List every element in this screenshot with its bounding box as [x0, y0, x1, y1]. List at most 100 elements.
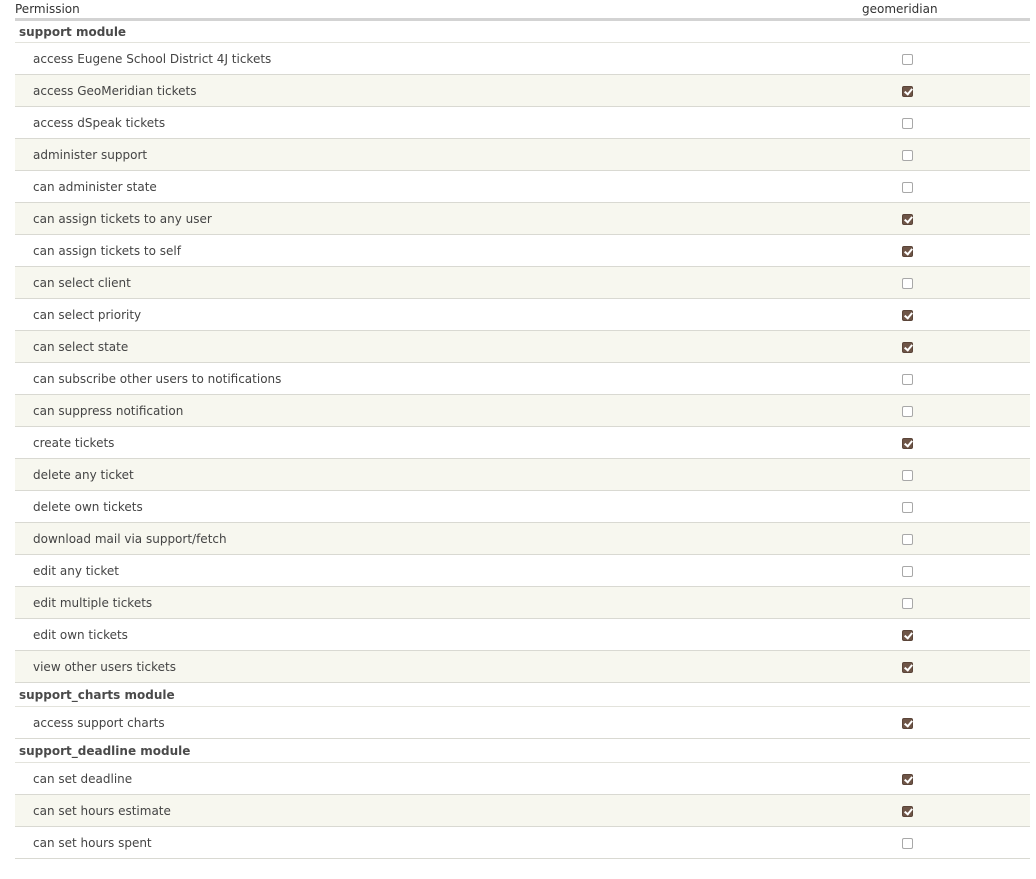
permission-label: can select priority [15, 298, 800, 331]
permission-checkbox-cell [800, 826, 1030, 859]
permission-checkbox[interactable] [902, 149, 913, 161]
permission-label: can suppress notification [15, 394, 800, 427]
permission-row: can set deadline [15, 762, 1030, 795]
permission-checkbox-cell [800, 554, 1030, 587]
permission-checkbox-checked[interactable] [902, 661, 913, 673]
table-header-row: Permission geomeridian [15, 0, 1030, 21]
permission-row: access support charts [15, 706, 1030, 739]
permission-checkbox[interactable] [902, 373, 913, 385]
permission-label: can administer state [15, 170, 800, 203]
permission-checkbox-cell [800, 170, 1030, 203]
permission-row: can select state [15, 330, 1030, 363]
permission-row: can set hours estimate [15, 794, 1030, 827]
permission-label: access support charts [15, 706, 800, 739]
permission-checkbox-cell [800, 298, 1030, 331]
module-row: support module [15, 19, 1030, 43]
permission-checkbox-checked[interactable] [902, 245, 913, 257]
permissions-table-body: support module access Eugene School Distr… [15, 19, 1030, 859]
permission-checkbox-cell [800, 266, 1030, 299]
permission-checkbox[interactable] [902, 597, 913, 609]
permission-checkbox-cell [800, 426, 1030, 459]
permission-label: edit any ticket [15, 554, 800, 587]
permission-checkbox[interactable] [902, 837, 913, 849]
permission-label: can set hours estimate [15, 794, 800, 827]
permission-row: can administer state [15, 170, 1030, 203]
permission-label: access dSpeak tickets [15, 106, 800, 139]
permission-checkbox[interactable] [902, 533, 913, 545]
permission-row: view other users tickets [15, 650, 1030, 683]
permission-column-header[interactable]: Permission [15, 0, 800, 21]
permission-label: can select client [15, 266, 800, 299]
permission-checkbox-cell [800, 42, 1030, 75]
role-column-header[interactable]: geomeridian [800, 0, 1030, 21]
permission-label: can subscribe other users to notificatio… [15, 362, 800, 395]
permission-row: download mail via support/fetch [15, 522, 1030, 555]
permissions-table-container: Permission geomeridian support module acc… [15, 0, 1030, 859]
permission-row: edit own tickets [15, 618, 1030, 651]
permission-checkbox-cell [800, 762, 1030, 795]
permission-checkbox[interactable] [902, 181, 913, 193]
permission-label: view other users tickets [15, 650, 800, 683]
permission-checkbox-cell [800, 458, 1030, 491]
permission-label: download mail via support/fetch [15, 522, 800, 555]
permission-label: delete any ticket [15, 458, 800, 491]
permission-row: delete own tickets [15, 490, 1030, 523]
permission-checkbox[interactable] [902, 501, 913, 513]
permission-checkbox-checked[interactable] [902, 629, 913, 641]
permission-checkbox-cell [800, 394, 1030, 427]
permission-row: can set hours spent [15, 826, 1030, 859]
permission-checkbox[interactable] [902, 53, 913, 65]
permission-label: can assign tickets to self [15, 234, 800, 267]
permission-label: can set hours spent [15, 826, 800, 859]
permission-checkbox[interactable] [902, 469, 913, 481]
permission-label: edit own tickets [15, 618, 800, 651]
permission-row: create tickets [15, 426, 1030, 459]
permission-checkbox-checked[interactable] [902, 85, 913, 97]
permission-checkbox-checked[interactable] [902, 805, 913, 817]
module-row: support_charts module [15, 682, 1030, 707]
permission-checkbox-checked[interactable] [902, 213, 913, 225]
permission-row: can select client [15, 266, 1030, 299]
permission-checkbox[interactable] [902, 277, 913, 289]
permission-row: administer support [15, 138, 1030, 171]
permission-checkbox-checked[interactable] [902, 717, 913, 729]
permission-checkbox[interactable] [902, 405, 913, 417]
permission-checkbox-cell [800, 202, 1030, 235]
permission-checkbox-cell [800, 106, 1030, 139]
permission-checkbox-cell [800, 522, 1030, 555]
permission-checkbox-cell [800, 138, 1030, 171]
permission-row: edit multiple tickets [15, 586, 1030, 619]
permission-checkbox-cell [800, 706, 1030, 739]
permission-row: can select priority [15, 298, 1030, 331]
permission-checkbox[interactable] [902, 117, 913, 129]
permission-row: can assign tickets to self [15, 234, 1030, 267]
permission-label: create tickets [15, 426, 800, 459]
permission-checkbox-checked[interactable] [902, 309, 913, 321]
permission-label: access Eugene School District 4J tickets [15, 42, 800, 75]
permission-label: can set deadline [15, 762, 800, 795]
permission-row: access GeoMeridian tickets [15, 74, 1030, 107]
permission-label: can select state [15, 330, 800, 363]
permission-row: can subscribe other users to notificatio… [15, 362, 1030, 395]
permission-checkbox-checked[interactable] [902, 773, 913, 785]
permission-checkbox[interactable] [902, 565, 913, 577]
permission-checkbox-cell [800, 794, 1030, 827]
permission-row: access dSpeak tickets [15, 106, 1030, 139]
permission-label: can assign tickets to any user [15, 202, 800, 235]
module-title: support module [15, 19, 1030, 43]
permission-checkbox-checked[interactable] [902, 437, 913, 449]
permission-label: edit multiple tickets [15, 586, 800, 619]
permission-checkbox-cell [800, 490, 1030, 523]
module-title: support_deadline module [15, 738, 1030, 763]
module-row: support_deadline module [15, 738, 1030, 763]
permission-row: can assign tickets to any user [15, 202, 1030, 235]
permission-checkbox-cell [800, 650, 1030, 683]
permission-label: administer support [15, 138, 800, 171]
permission-checkbox-cell [800, 330, 1030, 363]
permission-checkbox-checked[interactable] [902, 341, 913, 353]
permissions-table: Permission geomeridian support module acc… [15, 0, 1030, 859]
permission-label: access GeoMeridian tickets [15, 74, 800, 107]
permission-label: delete own tickets [15, 490, 800, 523]
permission-row: edit any ticket [15, 554, 1030, 587]
permission-checkbox-cell [800, 74, 1030, 107]
